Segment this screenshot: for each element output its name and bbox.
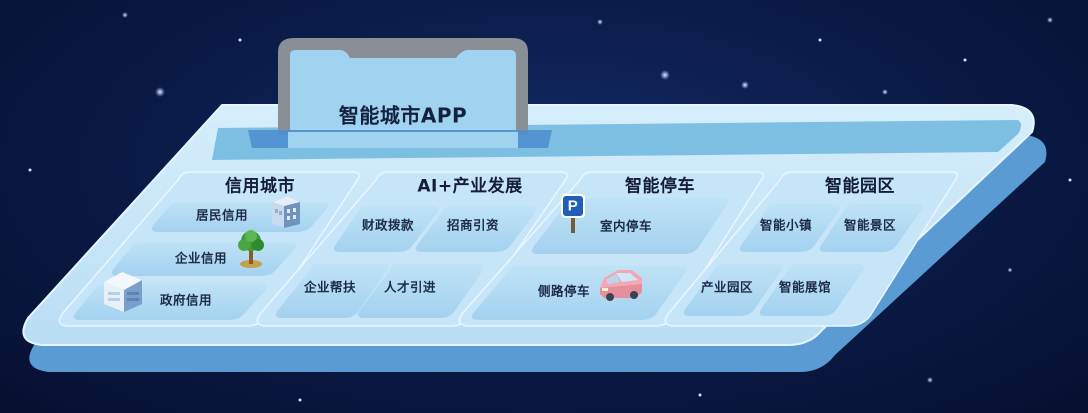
building-icon [272,196,300,228]
label-smart-exhibition-hall: 智能展馆 [778,279,832,295]
label-enterprise-credit: 企业信用 [174,250,228,266]
parking-sign-letter: P [567,197,579,215]
section-title-smart-park: 智能园区 [825,176,895,197]
section-title-smart-parking: 智能停车 [625,176,695,197]
phone-device [248,38,552,148]
section-title-ai-industry: AI+产业发展 [417,176,523,197]
label-smart-town: 智能小镇 [759,217,813,233]
diagram-canvas: 智能城市APP 信用城市 AI+产业发展 智能停车 智能园区 居民信用 企业信用… [0,0,1088,413]
label-roadside-parking: 侧路停车 [537,283,591,299]
label-government-credit: 政府信用 [159,292,213,308]
label-industrial-park: 产业园区 [700,279,754,295]
app-title: 智能城市APP [338,103,468,128]
label-talent-introduction: 人才引进 [383,279,437,295]
scene-graphics [22,12,1072,402]
label-enterprise-support: 企业帮扶 [303,279,357,295]
label-indoor-parking: 室内停车 [599,218,653,234]
label-smart-scenic-area: 智能景区 [843,217,897,233]
label-investment-attraction: 招商引资 [446,217,500,233]
section-title-credit-city: 信用城市 [225,176,295,197]
label-fiscal-allocation: 财政拨款 [361,217,415,233]
label-resident-credit: 居民信用 [195,207,249,223]
